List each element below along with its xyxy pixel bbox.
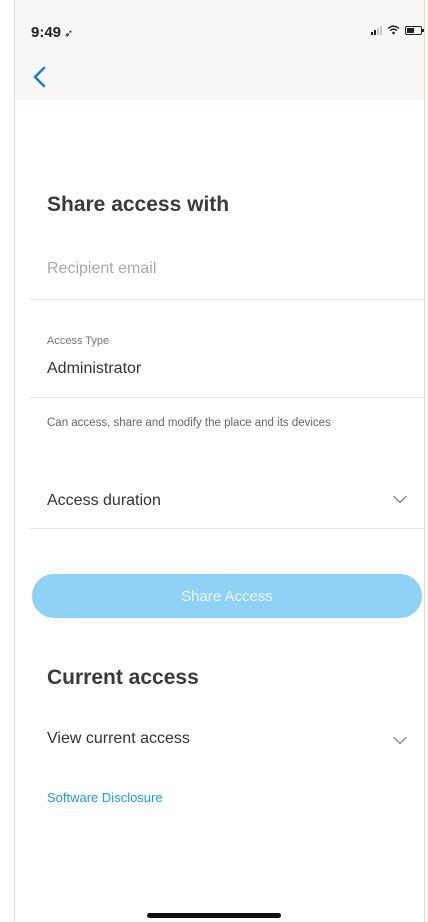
current-access-title: Current access: [47, 666, 199, 689]
recipient-email-placeholder[interactable]: Recipient email: [47, 260, 156, 278]
share-access-button[interactable]: Share Access: [32, 574, 422, 618]
status-icons: [371, 25, 424, 35]
access-type-value[interactable]: Administrator: [47, 360, 141, 378]
screen-border-left: [14, 0, 15, 922]
chevron-left-icon[interactable]: [30, 64, 52, 90]
view-current-access-label[interactable]: View current access: [47, 730, 190, 748]
screen-border-right: [424, 0, 425, 922]
field-divider: [30, 528, 424, 529]
status-time-text: 9:49: [31, 24, 62, 41]
wifi-icon: [387, 25, 400, 35]
chevron-down-icon[interactable]: [393, 495, 407, 504]
access-type-hint: Can access, share and modify the place a…: [47, 417, 331, 429]
battery-icon: [405, 25, 424, 35]
chevron-down-icon[interactable]: [393, 736, 407, 745]
home-indicator[interactable]: [147, 913, 281, 918]
access-duration-label[interactable]: Access duration: [47, 492, 161, 510]
status-time: 9:49 ➶: [31, 24, 73, 41]
location-arrow-icon: ➶: [64, 28, 74, 40]
navigation-header: [15, 0, 424, 100]
field-divider: [30, 299, 424, 300]
signal-icon: [371, 25, 382, 35]
share-section-title: Share access with: [47, 193, 230, 216]
field-divider: [30, 397, 424, 398]
access-type-label: Access Type: [47, 335, 110, 347]
software-disclosure-link[interactable]: Software Disclosure: [47, 790, 163, 805]
